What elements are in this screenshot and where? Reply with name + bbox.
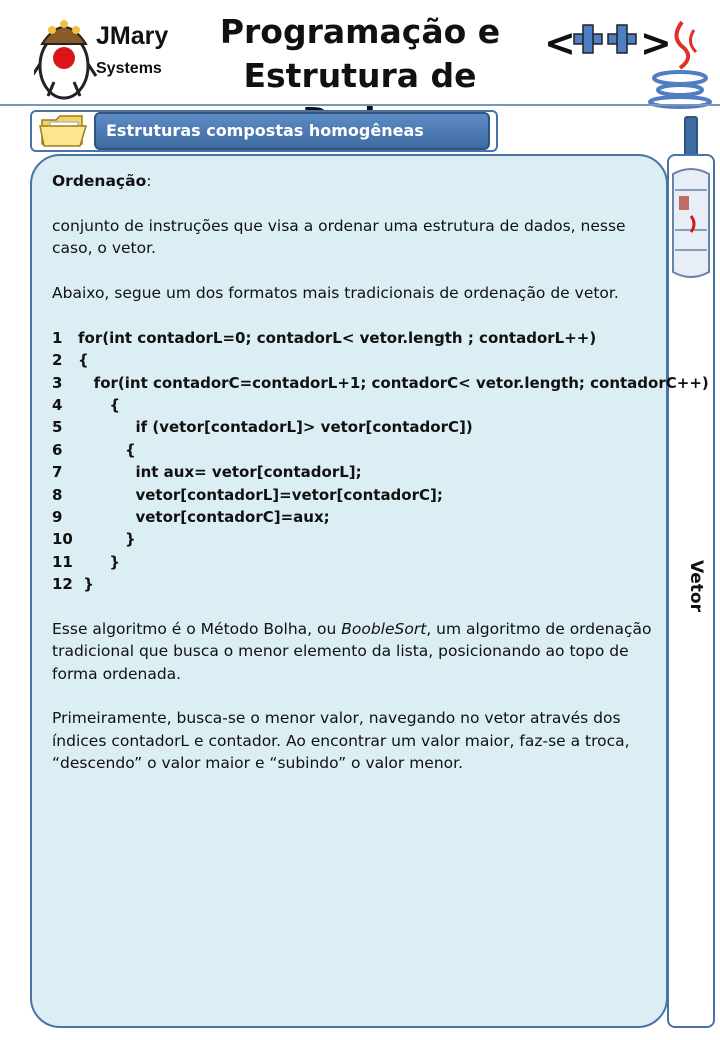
content-body: Ordenação: conjunto de instruções que vi…	[52, 170, 709, 775]
logo-name: JMary	[96, 22, 169, 50]
intro-paragraph: Abaixo, segue um dos formatos mais tradi…	[52, 284, 619, 302]
code-line: 8 vetor[contadorL]=vetor[contadorC];	[52, 484, 652, 506]
line-number: 10	[52, 530, 73, 549]
content-heading-line: Ordenação:	[52, 170, 652, 192]
code-line: 6 {	[52, 439, 652, 461]
line-number: 3	[52, 373, 63, 392]
definition-paragraph: conjunto de instruções que visa a ordena…	[52, 216, 626, 258]
code-text: {	[78, 351, 89, 370]
code-text: {	[78, 440, 136, 459]
svg-text:>: >	[640, 21, 672, 65]
code-text: int aux= vetor[contadorL];	[78, 463, 362, 482]
section-title: Estruturas compostas homogêneas	[94, 112, 490, 150]
heading-colon: :	[146, 172, 152, 190]
line-number: 6	[52, 440, 63, 459]
code-text: }	[78, 552, 121, 571]
folder-icon	[39, 115, 88, 147]
line-number: 2	[52, 351, 63, 370]
code-text: {	[78, 395, 121, 414]
side-tab-label: Vetor	[686, 560, 706, 612]
svg-text:<: <	[544, 21, 576, 65]
explanation-text-start: Esse algoritmo é o Método Bolha, ou	[52, 619, 342, 638]
code-text: vetor[contadorC]=aux;	[78, 507, 330, 526]
line-number: 11	[52, 552, 73, 571]
cpp-java-logo-icon: < >	[544, 20, 712, 109]
title-line-1: Programação e	[219, 12, 501, 51]
header-divider	[0, 104, 720, 106]
code-line: 9 vetor[contadorC]=aux;	[52, 506, 652, 528]
code-line: 12 }	[52, 573, 652, 595]
line-number: 4	[52, 395, 63, 414]
code-line: 2{	[52, 349, 652, 371]
code-text: }	[78, 575, 94, 594]
code-line: 7 int aux= vetor[contadorL];	[52, 461, 652, 483]
code-text: for(int contadorL=0; contadorL< vetor.le…	[78, 328, 597, 347]
content-heading: Ordenação	[52, 172, 147, 190]
logo-subtitle: Systems	[96, 60, 162, 77]
line-number: 1	[52, 328, 63, 347]
page-header: JMary Systems Programação e Estrutura de…	[0, 0, 720, 139]
code-line: 10 }	[52, 528, 652, 550]
code-text: for(int contadorC=contadorL+1; contadorC…	[78, 373, 709, 392]
code-line: 5 if (vetor[contadorL]> vetor[contadorC]…	[52, 416, 652, 438]
code-block: 1 for(int contadorL=0; contadorL< vetor.l…	[52, 327, 709, 596]
code-text: }	[78, 530, 136, 549]
side-tab-stub	[684, 116, 698, 156]
code-text: if (vetor[contadorL]> vetor[contadorC])	[78, 418, 473, 437]
code-text: vetor[contadorL]=vetor[contadorC];	[78, 485, 443, 504]
line-number: 5	[52, 418, 63, 437]
explanation-paragraph: Esse algoritmo é o Método Bolha, ou Boob…	[52, 618, 652, 685]
line-number: 7	[52, 463, 63, 482]
code-line: 11 }	[52, 551, 652, 573]
code-line: 3 for(int contadorC=contadorL+1; contado…	[52, 372, 709, 394]
algorithm-name: BoobleSort	[341, 619, 427, 638]
line-number: 8	[52, 485, 63, 504]
code-line: 4 {	[52, 394, 652, 416]
line-number: 9	[52, 507, 63, 526]
code-line: 1 for(int contadorL=0; contadorL< vetor.l…	[52, 327, 652, 349]
line-number: 12	[52, 575, 73, 594]
final-paragraph: Primeiramente, busca-se o menor valor, n…	[52, 709, 630, 773]
newspaper-icon	[672, 168, 710, 278]
